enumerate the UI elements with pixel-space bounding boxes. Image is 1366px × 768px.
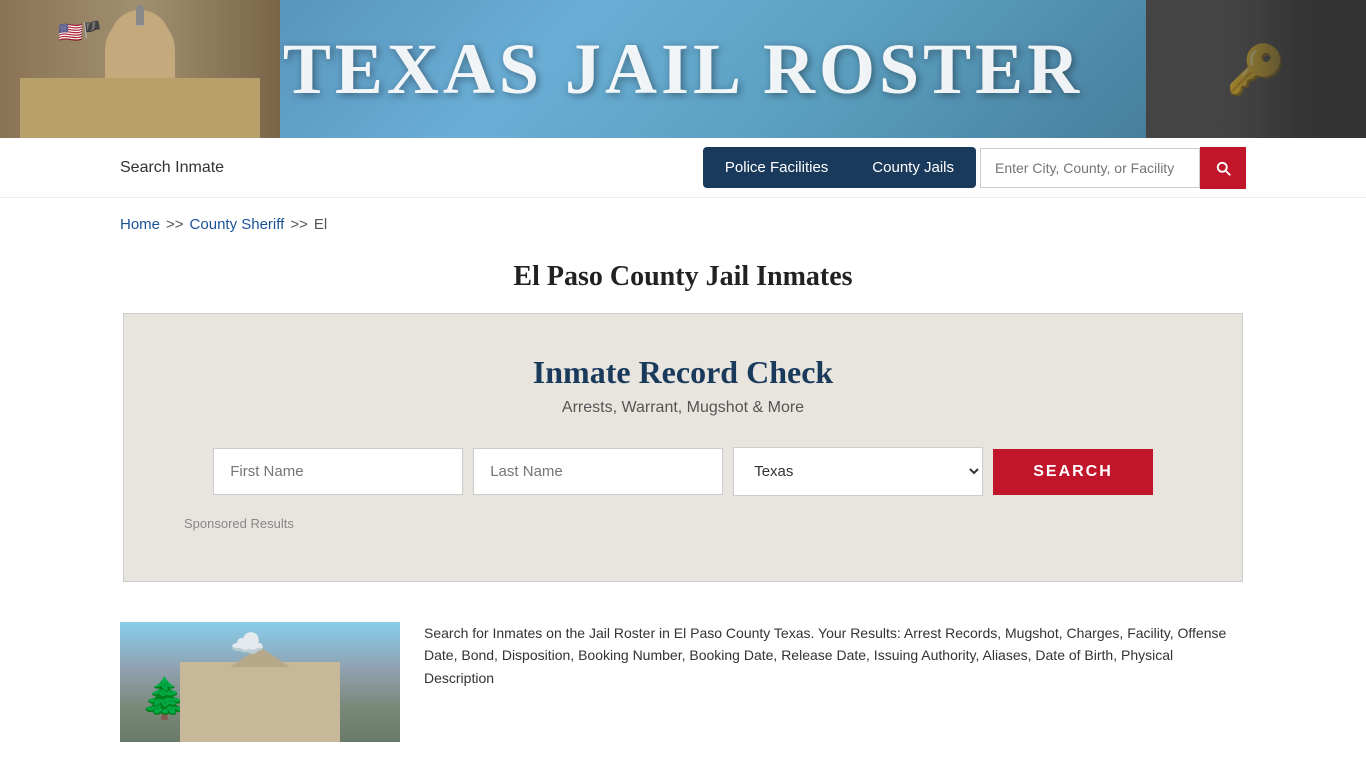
navbar: Search Inmate Police Facilities County J… (0, 138, 1366, 198)
inmate-record-check-subtitle: Arrests, Warrant, Mugshot & More (184, 399, 1182, 417)
inmate-search-button[interactable]: SEARCH (993, 449, 1153, 495)
breadcrumb-sep-2: >> (290, 216, 308, 233)
bottom-content: ☁️ Search for Inmates on the Jail Roster… (0, 602, 1366, 762)
header-banner: 🇺🇸 🏴 🔑 Texas Jail Roster (0, 0, 1366, 138)
page-title-section: El Paso County Jail Inmates (0, 251, 1366, 313)
facility-thumbnail: ☁️ (120, 622, 400, 742)
breadcrumb-sep-1: >> (166, 216, 184, 233)
search-inmate-label: Search Inmate (120, 159, 703, 177)
search-icon (1214, 159, 1232, 177)
keys-image: 🔑 (1146, 0, 1366, 138)
last-name-input[interactable] (473, 448, 723, 495)
county-jails-button[interactable]: County Jails (850, 147, 976, 188)
facility-description: Search for Inmates on the Jail Roster in… (424, 622, 1246, 689)
tree-decoration (140, 662, 170, 722)
inmate-record-check-box: Inmate Record Check Arrests, Warrant, Mu… (123, 313, 1243, 582)
state-select[interactable]: AlabamaAlaskaArizonaArkansasCaliforniaCo… (733, 447, 983, 496)
sponsored-results-label: Sponsored Results (184, 516, 1182, 531)
page-title: El Paso County Jail Inmates (0, 261, 1366, 293)
breadcrumb-county-sheriff[interactable]: County Sheriff (190, 216, 285, 233)
police-facilities-button[interactable]: Police Facilities (703, 147, 850, 188)
inmate-record-check-title: Inmate Record Check (184, 354, 1182, 391)
breadcrumb: Home >> County Sheriff >> El (0, 198, 1366, 251)
nav-buttons: Police Facilities County Jails (703, 147, 1246, 189)
site-title: Texas Jail Roster (283, 28, 1083, 111)
first-name-input[interactable] (213, 448, 463, 495)
breadcrumb-home[interactable]: Home (120, 216, 160, 233)
search-fields: AlabamaAlaskaArizonaArkansasCaliforniaCo… (184, 447, 1182, 496)
facility-search-input[interactable] (980, 148, 1200, 188)
capitol-image: 🇺🇸 🏴 (0, 0, 280, 138)
facility-search-button[interactable] (1200, 147, 1246, 189)
breadcrumb-current: El (314, 216, 327, 233)
building-shape (180, 662, 340, 742)
